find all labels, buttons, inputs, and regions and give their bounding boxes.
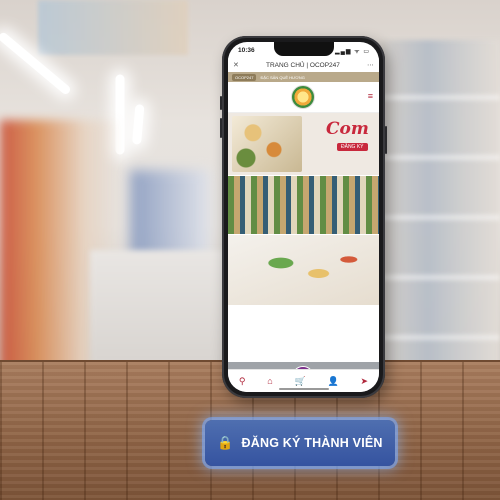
product-photo-packs[interactable]	[228, 235, 379, 305]
close-icon[interactable]: ✕	[233, 61, 239, 69]
volume-button	[220, 118, 222, 138]
cart-icon[interactable]: 🛒	[295, 376, 306, 387]
promo-text: ĐẶC SẢN QUÊ HƯƠNG	[260, 74, 305, 80]
notch	[273, 42, 334, 56]
home-indicator	[278, 388, 329, 390]
promo-chip[interactable]: OCOP247	[232, 73, 257, 81]
send-icon[interactable]: ➤	[361, 376, 369, 387]
bottom-nav: ⚲ ⌂ 🛒 👤 ➤	[228, 369, 379, 392]
right-shelf	[380, 40, 500, 370]
hamburger-menu-icon[interactable]: ≡	[368, 91, 373, 101]
hero-title: Com	[326, 119, 369, 139]
hero-banner[interactable]: Com ĐĂNG KÝ	[228, 113, 379, 175]
lock-icon: 🔒	[217, 435, 234, 450]
site-header: ≡	[228, 82, 379, 113]
user-icon[interactable]: 👤	[328, 376, 339, 387]
power-button	[385, 126, 387, 154]
volume-button	[220, 96, 222, 110]
phone-screen: 10:36 ▂▄▆ ᯤ ▭ ✕ TRANG CHỦ | OCOP247 ⋯ OC…	[228, 42, 379, 392]
promo-strip: OCOP247 ĐẶC SẢN QUÊ HƯƠNG	[228, 72, 379, 82]
status-time: 10:36	[238, 47, 255, 54]
signal-battery-icon: ▂▄▆ ᯤ ▭	[335, 49, 370, 55]
blurred-banner	[38, 0, 188, 55]
hero-product-image	[232, 116, 302, 172]
home-icon[interactable]: ⌂	[267, 376, 272, 386]
page-title: TRANG CHỦ | OCOP247	[265, 61, 340, 69]
site-logo[interactable]	[291, 85, 315, 109]
more-icon[interactable]: ⋯	[367, 61, 374, 69]
aisle-floor	[90, 250, 240, 365]
browser-bar: ✕ TRANG CHỦ | OCOP247 ⋯	[228, 58, 379, 72]
search-icon[interactable]: ⚲	[239, 376, 246, 387]
hero-tag[interactable]: ĐĂNG KÝ	[337, 143, 368, 151]
smartphone: 10:36 ▂▄▆ ᯤ ▭ ✕ TRANG CHỦ | OCOP247 ⋯ OC…	[220, 36, 387, 398]
register-member-button[interactable]: 🔒 ĐĂNG KÝ THÀNH VIÊN	[205, 420, 395, 466]
product-photo-shelf[interactable]	[228, 176, 379, 234]
register-member-label: ĐĂNG KÝ THÀNH VIÊN	[241, 436, 383, 450]
